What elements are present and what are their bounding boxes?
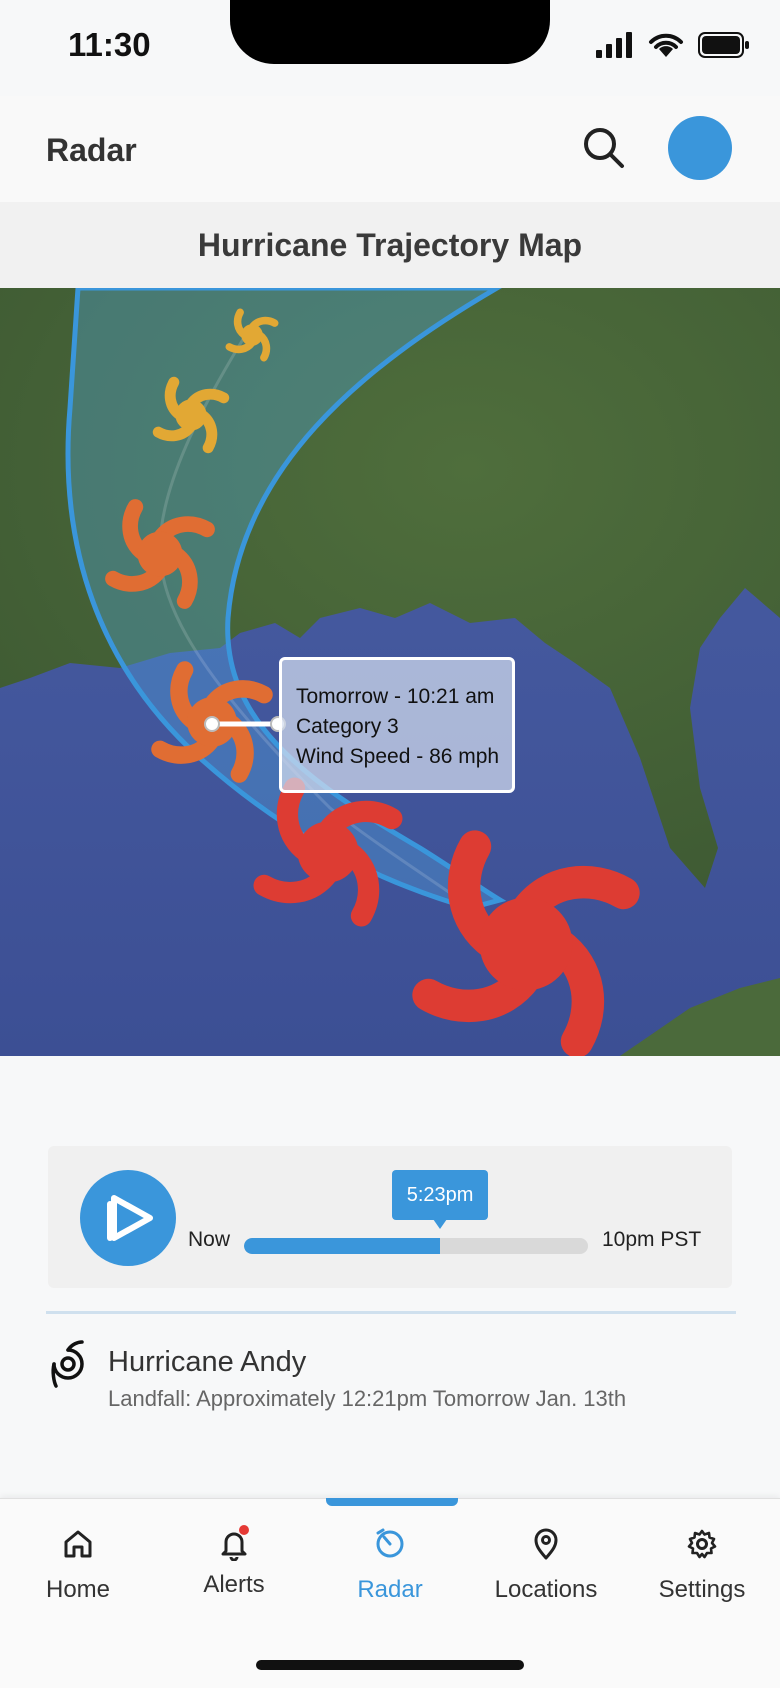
tab-locations[interactable]: Locations [468, 1527, 624, 1617]
timeline-current-time[interactable]: 5:23pm [392, 1170, 489, 1229]
storm-landfall-detail: Landfall: Approximately 12:21pm Tomorrow… [108, 1386, 627, 1411]
map-title: Hurricane Trajectory Map [197, 226, 583, 263]
hurricane-icon [51, 1340, 84, 1388]
storm-info[interactable]: Hurricane Andy Landfall: Approximately 1… [46, 1336, 746, 1416]
radar-icon [376, 1528, 404, 1558]
wifi-icon [649, 33, 683, 57]
gear-icon [687, 1529, 717, 1559]
search-icon [584, 128, 624, 168]
timeline-end-label: 10pm PST [602, 1228, 702, 1251]
device-notch [230, 0, 550, 64]
alert-badge-dot [239, 1525, 249, 1535]
tooltip-category: Category 3 [296, 715, 399, 738]
alerts-icon-wrap [217, 1525, 251, 1562]
tab-radar-label: Radar [357, 1576, 423, 1603]
app-header: Radar [0, 96, 780, 202]
tooltip-wind: Wind Speed - 86 mph [296, 745, 500, 768]
tab-home-label: Home [45, 1576, 111, 1603]
active-tab-indicator [326, 1498, 458, 1506]
tab-home[interactable]: Home [0, 1527, 156, 1617]
play-icon [107, 1195, 153, 1241]
battery-icon [698, 32, 749, 58]
tooltip-anchor-dot [204, 716, 220, 732]
storm-tooltip: Tomorrow - 10:21 am Category 3 Wind Spee… [279, 657, 515, 793]
home-icon [64, 1530, 92, 1558]
location-pin-icon [534, 1528, 558, 1560]
page-title: Radar [46, 132, 137, 168]
timeline-start-label: Now [188, 1228, 231, 1251]
storm-name: Hurricane Andy [108, 1346, 307, 1378]
tab-settings-label: Settings [658, 1576, 746, 1603]
timeline-progress [244, 1238, 441, 1254]
tab-alerts[interactable]: Alerts [156, 1525, 312, 1617]
tab-alerts-label: Alerts [203, 1571, 265, 1598]
timeline-slider[interactable] [244, 1238, 588, 1254]
tab-locations-label: Locations [494, 1576, 598, 1603]
status-bar: 11:30 [0, 0, 780, 96]
playback-card: Now 5:23pm 10pm PST [48, 1146, 732, 1288]
tab-radar[interactable]: Radar [312, 1527, 468, 1617]
map-title-bar: Hurricane Trajectory Map [0, 202, 780, 288]
home-indicator [256, 1660, 524, 1670]
tooltip-time: Tomorrow - 10:21 am [296, 685, 495, 708]
section-divider [46, 1311, 736, 1314]
avatar[interactable] [668, 116, 732, 180]
cellular-signal-icon [596, 32, 632, 58]
search-button[interactable] [582, 126, 626, 170]
status-time: 11:30 [68, 26, 151, 63]
status-icons [596, 32, 750, 58]
play-button[interactable] [80, 1170, 176, 1266]
tab-settings[interactable]: Settings [624, 1527, 780, 1617]
